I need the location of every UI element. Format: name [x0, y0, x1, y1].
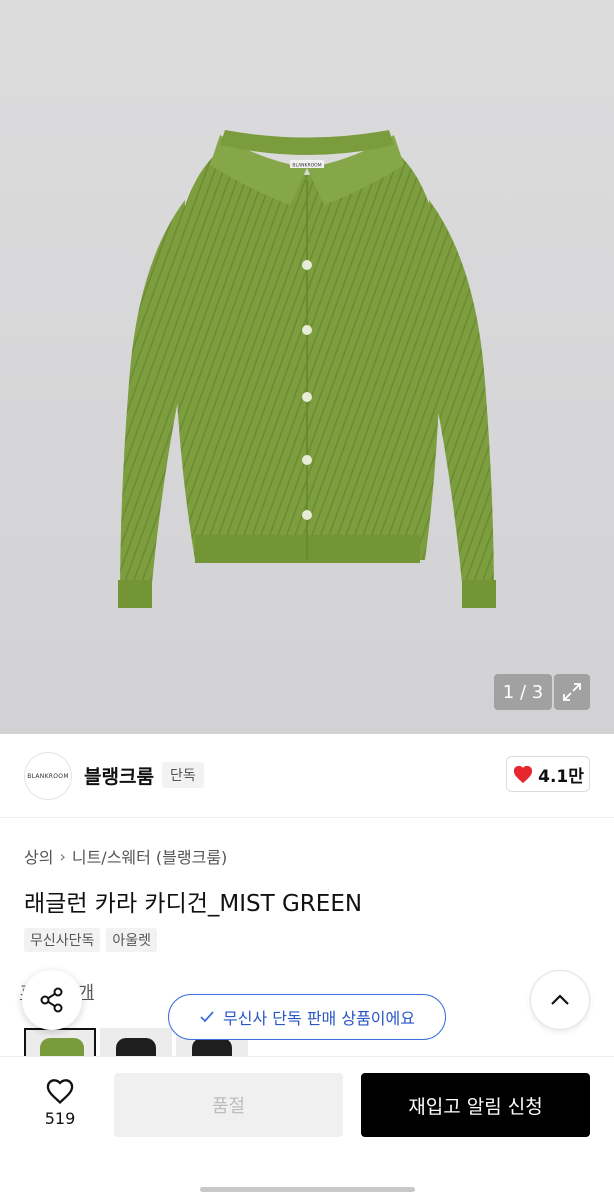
product-page: BLANKROOM 1 / 3 BLANKROOM 블랭크룸 단독 4.1만 상…	[0, 0, 614, 1200]
chevron-right-icon: ›	[59, 846, 66, 866]
heart-outline-icon	[46, 1079, 74, 1105]
product-image-cardigan: BLANKROOM	[118, 130, 496, 608]
check-icon	[200, 1011, 214, 1023]
product-image-viewer[interactable]: BLANKROOM 1 / 3	[0, 0, 614, 734]
brand-exclusive-tag: 단독	[162, 762, 204, 788]
toast-text: 무신사 단독 판매 상품이에요	[223, 1009, 415, 1028]
tag-outlet: 아울렛	[106, 928, 158, 952]
brand-row[interactable]: BLANKROOM 블랭크룸 단독 4.1만	[0, 734, 614, 818]
breadcrumb: 상의 › 니트/스웨터 (블랭크룸)	[24, 844, 227, 868]
garment-label: BLANKROOM	[292, 163, 321, 169]
chevron-up-icon	[551, 994, 569, 1005]
image-counter: 1 / 3	[494, 674, 552, 710]
expand-arrows-icon	[563, 683, 581, 701]
restock-alert-button[interactable]: 재입고 알림 신청	[361, 1073, 590, 1137]
expand-image-button[interactable]	[554, 674, 590, 710]
home-indicator	[200, 1187, 415, 1192]
wishlist-button[interactable]: 519	[28, 1077, 92, 1128]
tag-musinsa-exclusive: 무신사단독	[24, 928, 101, 952]
product-tags: 무신사단독 아울렛	[24, 928, 158, 952]
scroll-top-button[interactable]	[530, 970, 590, 1030]
breadcrumb-item-category[interactable]: 상의	[24, 844, 53, 868]
brand-like-button[interactable]: 4.1만	[506, 756, 590, 792]
wishlist-count: 519	[44, 1109, 76, 1128]
exclusive-toast: 무신사 단독 판매 상품이에요	[168, 994, 446, 1040]
share-button[interactable]	[22, 970, 82, 1030]
breadcrumb-item-subcategory[interactable]: 니트/스웨터 (블랭크룸)	[72, 844, 227, 868]
heart-filled-icon	[514, 765, 533, 784]
brand-name[interactable]: 블랭크룸	[84, 762, 154, 789]
soldout-button: 품절	[114, 1073, 343, 1137]
brand-logo[interactable]: BLANKROOM	[24, 752, 72, 800]
share-icon	[40, 987, 63, 1013]
brand-like-count: 4.1만	[538, 766, 584, 787]
bottom-action-bar: 519 품절 재입고 알림 신청	[0, 1056, 614, 1200]
product-title: 래글런 카라 카디건_MIST GREEN	[24, 891, 363, 917]
